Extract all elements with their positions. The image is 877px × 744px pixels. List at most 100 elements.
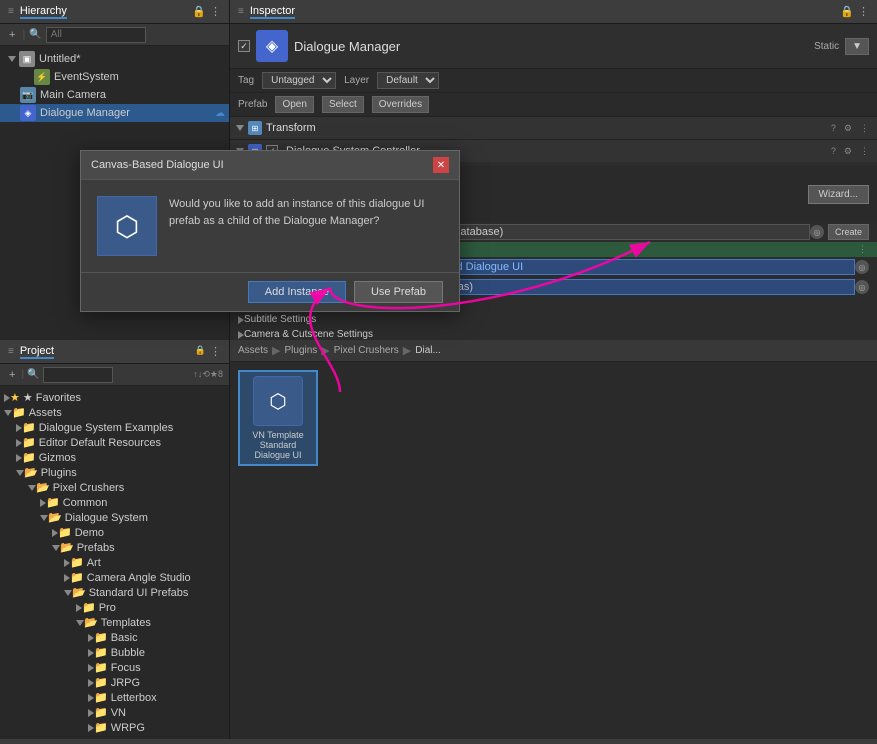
inspector-more-icon[interactable]: ⋮ <box>858 5 869 18</box>
tree-basic[interactable]: 📁 Basic <box>0 630 229 645</box>
static-dropdown-btn[interactable]: ▼ <box>845 38 869 55</box>
tag-select[interactable]: Untagged <box>262 72 336 89</box>
tree-standard-ui[interactable]: 📂 Standard UI Prefabs <box>0 585 229 600</box>
tree-assets[interactable]: 📁 Assets <box>0 405 229 420</box>
bc-assets[interactable]: Assets <box>238 345 268 356</box>
file-icon-vn: ⬡ <box>253 376 303 426</box>
tree-common[interactable]: 📁 Common <box>0 495 229 510</box>
display-settings-more-btn[interactable]: ⋮ <box>856 244 869 255</box>
tree-editor-default[interactable]: 📁 Editor Default Resources <box>0 435 229 450</box>
tree-pro[interactable]: 📁 Pro <box>0 600 229 615</box>
pixel-crushers-folder-icon: 📂 <box>36 481 50 494</box>
standard-ui-folder-icon: 📂 <box>72 586 86 599</box>
demo-label: Demo <box>75 527 104 539</box>
favorites-item[interactable]: ★ ★ Favorites <box>0 390 229 405</box>
templates-folder-icon: 📂 <box>84 616 98 629</box>
tree-prefabs[interactable]: 📂 Prefabs <box>0 540 229 555</box>
focus-folder-icon: 📁 <box>94 661 108 674</box>
modal-close-btn[interactable]: ✕ <box>433 157 449 173</box>
inspector-lock-icon: 🔒 <box>840 5 854 18</box>
object-active-checkbox[interactable] <box>238 40 250 52</box>
prefab-label: Prefab <box>238 99 267 110</box>
camera-foldout[interactable]: Camera & Cutscene Settings <box>230 327 877 340</box>
project-search[interactable] <box>43 367 113 383</box>
favorites-star-icon: ★ <box>10 391 20 404</box>
hierarchy-add-btn[interactable]: + <box>6 28 18 42</box>
subtitle-foldout[interactable]: Subtitle Settings <box>230 312 877 327</box>
prefab-open-btn[interactable]: Open <box>275 96 313 113</box>
layer-select[interactable]: Default <box>377 72 439 89</box>
inspector-title: Inspector <box>250 5 295 19</box>
object-name: Dialogue Manager <box>294 39 808 54</box>
project-toolbar: + | 🔍 ↑↓⟲★8 <box>0 364 229 386</box>
transform-more-btn[interactable]: ⋮ <box>858 123 871 134</box>
dsc-more-btn[interactable]: ⋮ <box>858 146 871 157</box>
hierarchy-more-icon[interactable]: ⋮ <box>210 5 221 18</box>
art-folder-icon: 📁 <box>70 556 84 569</box>
transform-header[interactable]: ⊞ Transform ? ⚙ ⋮ <box>230 117 877 139</box>
prefab-select-btn[interactable]: Select <box>322 96 364 113</box>
tree-demo[interactable]: 📁 Demo <box>0 525 229 540</box>
tree-templates[interactable]: 📂 Templates <box>0 615 229 630</box>
pro-folder-icon: 📁 <box>82 601 96 614</box>
modal-text: Would you like to add an instance of thi… <box>169 196 443 256</box>
subtitle-label: Subtitle Settings <box>244 314 316 325</box>
tree-pixel-crushers[interactable]: 📂 Pixel Crushers <box>0 480 229 495</box>
tree-dialogue-system[interactable]: 📂 Dialogue System <box>0 510 229 525</box>
editor-default-folder-icon: 📁 <box>22 436 36 449</box>
project-more-icon[interactable]: ⋮ <box>210 345 221 358</box>
tree-art[interactable]: 📁 Art <box>0 555 229 570</box>
modal-title: Canvas-Based Dialogue UI <box>91 159 224 171</box>
inspector-object-bar: ◈ Dialogue Manager Static ▼ <box>230 24 877 69</box>
file-item-vn-template[interactable]: ⬡ VN Template Standard Dialogue UI <box>238 370 318 466</box>
initial-db-picker-btn[interactable]: ◎ <box>810 225 824 239</box>
tree-plugins[interactable]: 📂 Plugins <box>0 465 229 480</box>
dialogue-system-label: Dialogue System <box>65 512 148 524</box>
tree-bubble[interactable]: 📁 Bubble <box>0 645 229 660</box>
project-lock-icon: 🔒 <box>195 345 206 358</box>
project-title: Project <box>20 345 54 359</box>
bubble-folder-icon: 📁 <box>94 646 108 659</box>
hierarchy-item-eventsystem[interactable]: ⚡ EventSystem <box>0 68 229 86</box>
tree-gizmos[interactable]: 📁 Gizmos <box>0 450 229 465</box>
dsc-help-btn[interactable]: ? <box>829 146 838 156</box>
wizard-btn[interactable]: Wizard... <box>808 185 869 204</box>
project-add-btn[interactable]: + <box>6 368 18 382</box>
transform-component: ⊞ Transform ? ⚙ ⋮ <box>230 117 877 140</box>
hierarchy-title: Hierarchy <box>20 5 67 19</box>
bc-sep3: ▶ <box>403 344 411 357</box>
plugins-label: Plugins <box>41 467 77 479</box>
add-instance-btn[interactable]: Add Instance <box>248 281 346 303</box>
tree-letterbox[interactable]: 📁 Letterbox <box>0 690 229 705</box>
basic-label: Basic <box>111 632 138 644</box>
bc-plugins[interactable]: Plugins <box>284 345 317 356</box>
file-label-vn: VN Template Standard Dialogue UI <box>244 430 312 460</box>
editor-default-label: Editor Default Resources <box>39 437 161 449</box>
tree-vn[interactable]: 📁 VN <box>0 705 229 720</box>
tree-camera-angle[interactable]: 📁 Camera Angle Studio <box>0 570 229 585</box>
bc-pixel-crushers[interactable]: Pixel Crushers <box>334 345 399 356</box>
pixel-crushers-arrow <box>28 485 36 491</box>
modal-body: ⬡ Would you like to add an instance of t… <box>81 180 459 272</box>
tree-dialogue-examples[interactable]: 📁 Dialogue System Examples <box>0 420 229 435</box>
transform-help-btn[interactable]: ? <box>829 123 838 133</box>
hierarchy-item-untitled[interactable]: ▣ Untitled* <box>0 50 229 68</box>
bc-current: Dial... <box>415 345 441 356</box>
use-prefab-btn[interactable]: Use Prefab <box>354 281 443 303</box>
eventsystem-icon: ⚡ <box>34 69 50 85</box>
jrpg-label: JRPG <box>111 677 140 689</box>
hierarchy-item-dialoguemanager[interactable]: ◈ Dialogue Manager ☁ <box>0 104 229 122</box>
dialogue-ui-picker-btn[interactable]: ◎ <box>855 260 869 274</box>
tree-wrpg[interactable]: 📁 WRPG <box>0 720 229 735</box>
prefab-overrides-btn[interactable]: Overrides <box>372 96 429 113</box>
tree-jrpg[interactable]: 📁 JRPG <box>0 675 229 690</box>
transform-title: Transform <box>266 122 825 134</box>
breadcrumb: Assets ▶ Plugins ▶ Pixel Crushers ▶ Dial… <box>230 340 877 362</box>
default-canvas-picker-btn[interactable]: ◎ <box>855 280 869 294</box>
dsc-settings-btn[interactable]: ⚙ <box>842 146 854 157</box>
transform-settings-btn[interactable]: ⚙ <box>842 123 854 134</box>
hierarchy-search[interactable] <box>46 27 146 43</box>
tree-focus[interactable]: 📁 Focus <box>0 660 229 675</box>
create-btn[interactable]: Create <box>828 224 869 240</box>
hierarchy-item-maincamera[interactable]: 📷 Main Camera <box>0 86 229 104</box>
